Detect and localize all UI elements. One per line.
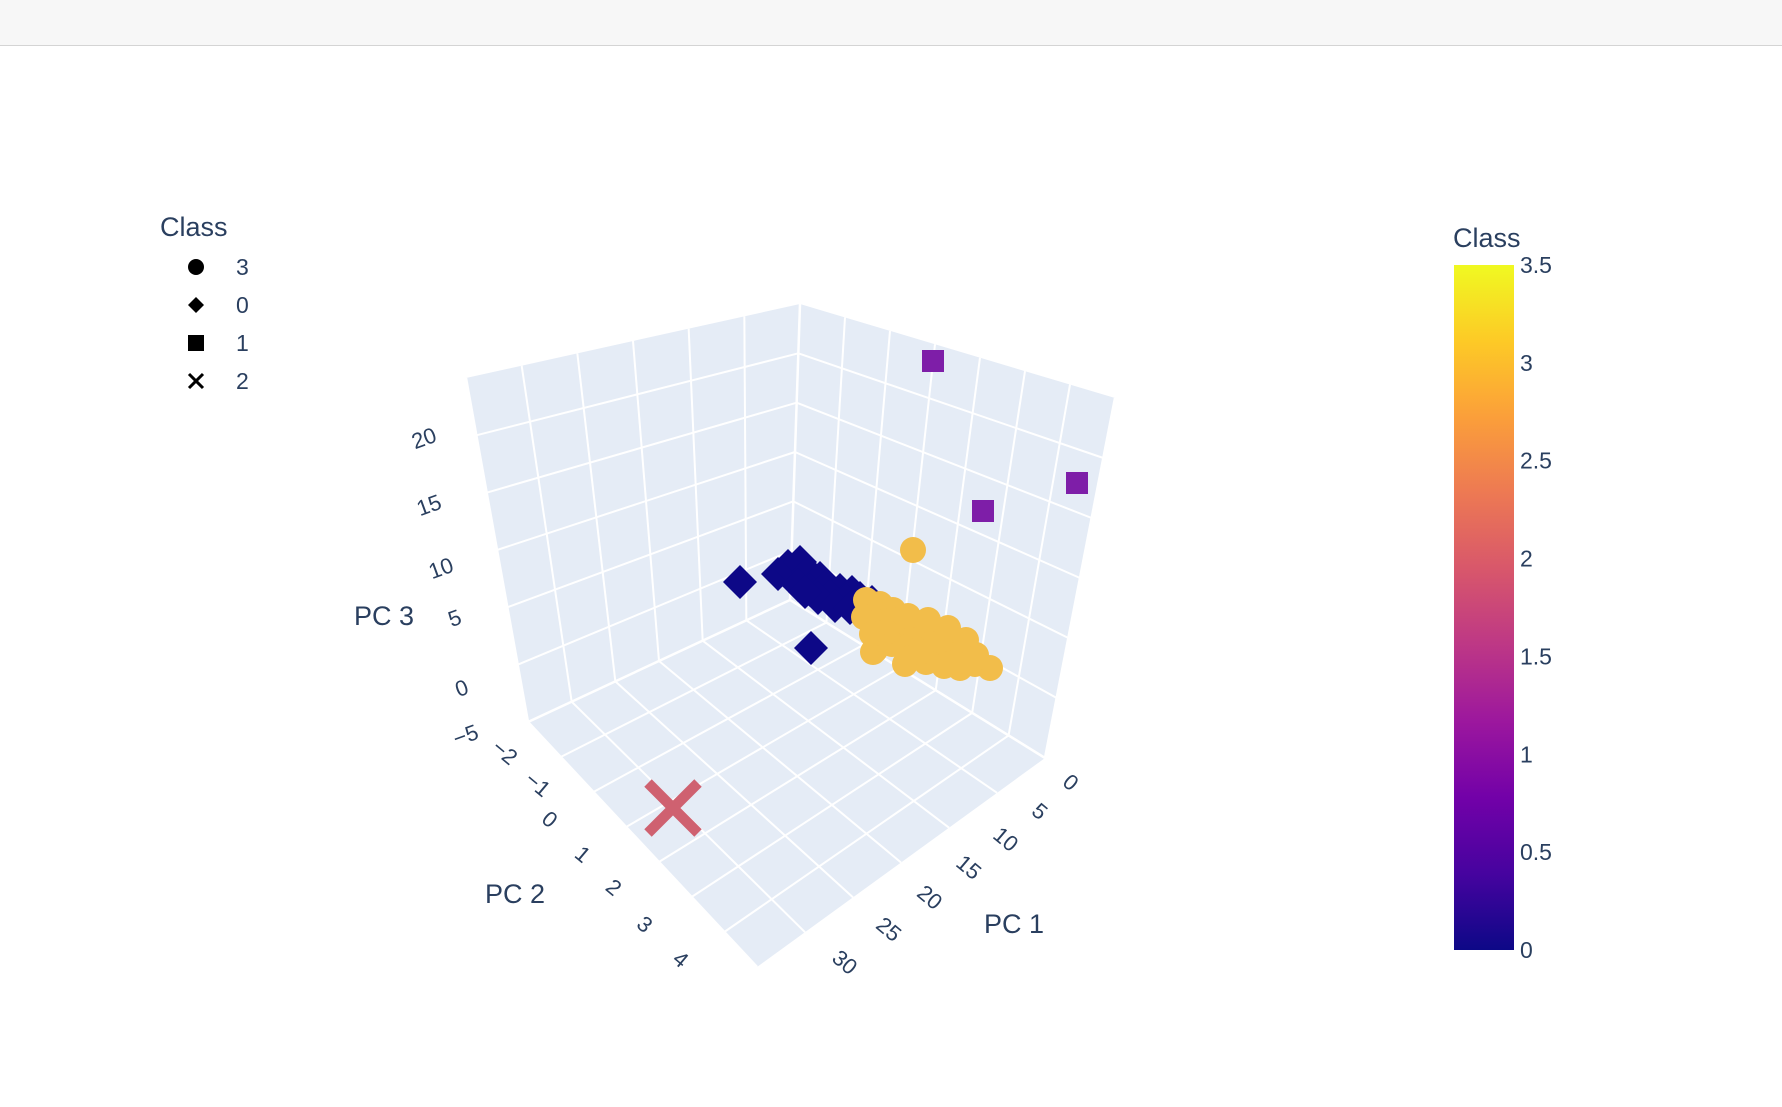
z-tick-label: 10 (425, 552, 457, 584)
y-tick-label: 2 (601, 874, 626, 901)
colorbar-tick-label: 3 (1520, 350, 1533, 376)
legend-item-3[interactable]: 3 (188, 254, 249, 280)
legend-items: 3 0 1 2 (187, 254, 249, 394)
x-tick-label: 0 (1058, 769, 1083, 796)
y-tick-label: 3 (632, 911, 657, 938)
x-axis-title: PC 1 (984, 909, 1044, 939)
class-3-point[interactable] (900, 537, 926, 563)
colorbar-title: Class (1453, 223, 1521, 253)
class-1-point[interactable] (972, 500, 994, 522)
x-tick-label: 10 (988, 822, 1023, 857)
class-3-point[interactable] (859, 621, 885, 647)
y-tick-label: −1 (520, 767, 555, 802)
class-3-point[interactable] (963, 645, 989, 671)
z-tick-label: 20 (408, 422, 440, 454)
legend-title: Class (160, 212, 228, 242)
y-tick-label: 4 (668, 946, 693, 973)
x-tick-label: 20 (912, 880, 947, 915)
legend-label: 3 (236, 254, 249, 280)
class-1-point[interactable] (922, 350, 944, 372)
colorbar-tick-label: 3.5 (1520, 252, 1552, 278)
class-1-point[interactable] (1066, 472, 1088, 494)
colorbar-tick-label: 2.5 (1520, 448, 1552, 474)
z-axis-title: PC 3 (354, 601, 414, 631)
x-tick-label: 30 (827, 945, 862, 980)
legend[interactable]: Class 3 0 1 2 (160, 212, 249, 394)
y-tick-label: 1 (570, 841, 595, 868)
diamond-icon (188, 297, 204, 313)
legend-label: 2 (236, 368, 249, 394)
colorbar-gradient (1454, 265, 1514, 950)
z-tick-label: 0 (452, 674, 472, 702)
colorbar-tick-label: 1.5 (1520, 643, 1552, 669)
legend-item-0[interactable]: 0 (188, 292, 249, 318)
legend-item-2[interactable]: 2 (187, 368, 249, 394)
z-tick-label: 15 (413, 489, 445, 521)
y-tick-label: 0 (537, 806, 562, 833)
colorbar-tick-label: 0 (1520, 937, 1533, 963)
scatter-3d-chart[interactable]: PC 3 PC 2 PC 1 −505101520−2−101234051015… (0, 0, 1782, 1107)
colorbar-tick-label: 2 (1520, 546, 1533, 572)
legend-label: 0 (236, 292, 249, 318)
colorbar-tick-label: 1 (1520, 741, 1533, 767)
x-tick-label: 25 (871, 912, 906, 947)
square-icon (188, 335, 204, 351)
x-tick-label: 5 (1027, 798, 1052, 825)
z-tick-label: 5 (445, 604, 465, 632)
colorbar-ticks: 3.5 3 2.5 2 1.5 1 0.5 0 (1520, 252, 1552, 963)
y-axis-title: PC 2 (485, 879, 545, 909)
circle-icon (188, 259, 204, 275)
x-tick-label: 15 (951, 850, 986, 885)
z-tick-label: −5 (450, 719, 482, 751)
legend-label: 1 (236, 330, 249, 356)
colorbar: Class 3.5 3 2.5 2 1.5 1 0.5 0 (1453, 223, 1552, 963)
legend-item-1[interactable]: 1 (188, 330, 249, 356)
colorbar-tick-label: 0.5 (1520, 839, 1552, 865)
x-icon (187, 372, 205, 390)
y-tick-label: −2 (487, 735, 522, 770)
